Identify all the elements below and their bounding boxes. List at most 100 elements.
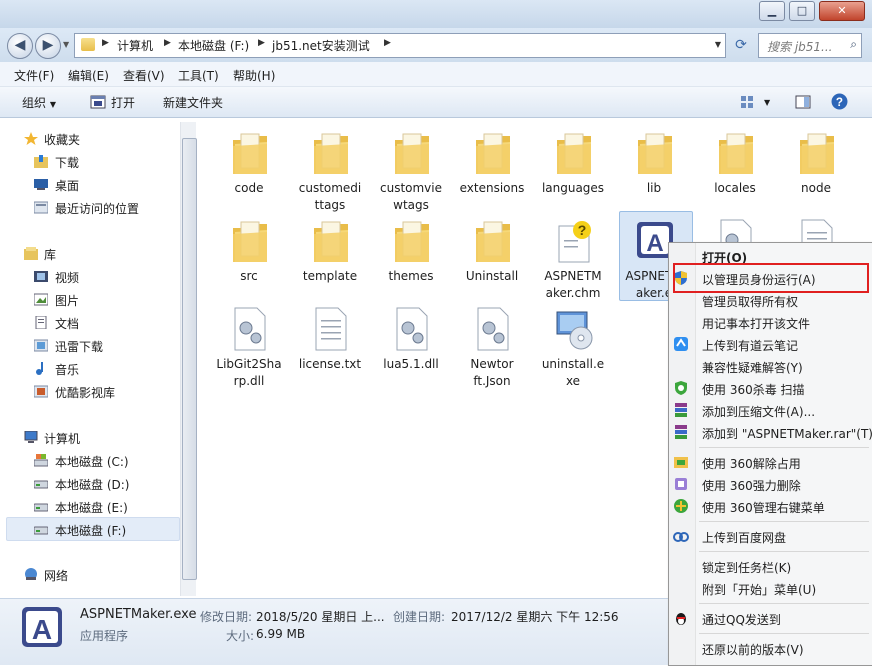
drive-icon <box>34 503 48 512</box>
detail-filename: ASPNETMaker.exe <box>80 607 197 622</box>
nav-downloads[interactable]: 下载 <box>55 154 79 171</box>
search-input[interactable]: 搜索 jb51... <box>767 38 832 55</box>
address-dropdown-icon[interactable]: ▼ <box>715 40 721 49</box>
file-name-line: customedi <box>298 181 362 195</box>
nav-youku[interactable]: 优酷影视库 <box>55 384 115 401</box>
scrollbar-thumb[interactable] <box>182 138 197 580</box>
menu-add-rar[interactable]: 添加到 "ASPNETMaker.rar"(T) <box>702 425 872 442</box>
file-name-line: xe <box>565 374 581 388</box>
back-button[interactable]: ◀ <box>7 33 33 59</box>
360-menu-manager-icon <box>674 499 688 513</box>
organize-button[interactable]: 组织 ▼ <box>22 94 56 111</box>
history-dropdown-icon[interactable]: ▼ <box>63 40 69 49</box>
file-item[interactable]: license.txt <box>290 300 370 386</box>
menu-edit[interactable]: 编辑(E) <box>68 67 109 84</box>
menu-take-ownership[interactable]: 管理员取得所有权 <box>702 293 798 310</box>
detail-size: 6.99 MB <box>256 627 306 641</box>
folder-icon <box>555 130 593 176</box>
nav-drive-e[interactable]: 本地磁盘 (E:) <box>55 499 128 516</box>
nav-drive-f[interactable]: 本地磁盘 (F:) <box>55 522 126 539</box>
nav-computer[interactable]: 计算机 <box>44 430 80 447</box>
menu-unlock-360[interactable]: 使用 360解除占用 <box>702 455 801 472</box>
file-item[interactable]: locales <box>695 124 775 210</box>
menu-help[interactable]: 帮助(H) <box>233 67 275 84</box>
file-item[interactable]: Uninstall <box>452 212 532 298</box>
minimize-button[interactable]: ▁ <box>759 1 785 21</box>
breadcrumb-computer[interactable]: 计算机 <box>117 37 153 54</box>
file-name-line: Newtor <box>470 357 514 371</box>
forward-button[interactable]: ▶ <box>35 33 61 59</box>
menu-restore-versions[interactable]: 还原以前的版本(V) <box>702 641 804 658</box>
file-name: LibGit2Sha rp.dll <box>209 356 289 390</box>
chevron-right-icon[interactable]: ▶ <box>164 38 171 48</box>
file-item[interactable]: code <box>209 124 289 210</box>
menu-qq-send[interactable]: 通过QQ发送到 <box>702 611 781 628</box>
menu-delete-360[interactable]: 使用 360强力删除 <box>702 477 801 494</box>
menu-compat[interactable]: 兼容性疑难解答(Y) <box>702 359 803 376</box>
menu-scan-360[interactable]: 使用 360杀毒 扫描 <box>702 381 805 398</box>
menu-file[interactable]: 文件(F) <box>14 67 54 84</box>
file-item[interactable]: customvie wtags <box>371 124 451 212</box>
file-item[interactable]: node <box>776 124 856 210</box>
360-unlock-icon <box>674 457 688 468</box>
menu-view[interactable]: 查看(V) <box>123 67 165 84</box>
address-bar[interactable]: ▶ 计算机 ▶ 本地磁盘 (F:) ▶ jb51.net安装测试 ▶ ▼ <box>74 33 726 58</box>
chevron-right-icon[interactable]: ▶ <box>384 38 391 48</box>
refresh-icon[interactable]: ⟳ <box>731 35 751 55</box>
file-name-line: extensions <box>459 181 525 195</box>
file-item[interactable]: customedi ttags <box>290 124 370 212</box>
view-dropdown-icon[interactable]: ▼ <box>764 98 770 107</box>
chevron-right-icon[interactable]: ▶ <box>102 38 109 48</box>
close-button[interactable]: ✕ <box>819 1 865 21</box>
file-item[interactable]: lua5.1.dll <box>371 300 451 386</box>
file-item[interactable]: themes <box>371 212 451 298</box>
menu-open-notepad[interactable]: 用记事本打开该文件 <box>702 315 810 332</box>
file-item[interactable]: LibGit2Sha rp.dll <box>209 300 289 388</box>
preview-pane-icon[interactable] <box>795 94 811 110</box>
view-options-icon[interactable] <box>740 94 756 110</box>
computer-icon <box>24 431 38 443</box>
nav-thunder-downloads[interactable]: 迅雷下载 <box>55 338 103 355</box>
nav-libraries[interactable]: 库 <box>44 246 56 263</box>
search-box[interactable]: 搜索 jb51... ⌕ <box>758 33 862 58</box>
nav-drive-c[interactable]: 本地磁盘 (C:) <box>55 453 129 470</box>
nav-drive-d[interactable]: 本地磁盘 (D:) <box>55 476 129 493</box>
open-app-icon <box>90 95 106 109</box>
menu-pin-start[interactable]: 附到「开始」菜单(U) <box>702 581 816 598</box>
nav-pictures[interactable]: 图片 <box>55 292 79 309</box>
nav-recent[interactable]: 最近访问的位置 <box>55 200 139 217</box>
maximize-button[interactable]: □ <box>789 1 815 21</box>
menu-tools[interactable]: 工具(T) <box>178 67 219 84</box>
file-item[interactable]: languages <box>533 124 613 210</box>
nav-favorites[interactable]: 收藏夹 <box>44 131 80 148</box>
menu-pin-taskbar[interactable]: 锁定到任务栏(K) <box>702 559 791 576</box>
breadcrumb-drive-f[interactable]: 本地磁盘 (F:) <box>178 37 249 54</box>
menu-youdao[interactable]: 上传到有道云笔记 <box>702 337 798 354</box>
nav-scrollbar[interactable] <box>180 122 197 596</box>
file-item[interactable]: ? ASPNETM aker.chm <box>533 212 613 300</box>
folder-icon <box>312 130 350 176</box>
menu-add-archive[interactable]: 添加到压缩文件(A)... <box>702 403 815 420</box>
file-item[interactable]: extensions <box>452 124 532 210</box>
file-item[interactable]: src <box>209 212 289 298</box>
breadcrumb-folder[interactable]: jb51.net安装测试 <box>272 37 370 54</box>
menu-baidu[interactable]: 上传到百度网盘 <box>702 529 786 546</box>
nav-network[interactable]: 网络 <box>44 567 68 584</box>
file-item[interactable]: lib <box>614 124 694 210</box>
nav-music[interactable]: 音乐 <box>55 361 79 378</box>
search-icon[interactable]: ⌕ <box>850 37 857 52</box>
nav-documents[interactable]: 文档 <box>55 315 79 332</box>
file-item[interactable]: uninstall.e xe <box>533 300 613 388</box>
open-button[interactable]: 打开 <box>111 94 135 111</box>
back-arrow-icon: ◀ <box>14 37 26 53</box>
nav-desktop[interactable]: 桌面 <box>55 177 79 194</box>
help-icon[interactable]: ? <box>831 93 848 110</box>
nav-videos[interactable]: 视频 <box>55 269 79 286</box>
app-icon: A <box>22 607 62 647</box>
menu-manage-360[interactable]: 使用 360管理右键菜单 <box>702 499 825 516</box>
detail-created: 2017/12/2 星期六 下午 12:56 <box>451 610 619 624</box>
file-item[interactable]: Newtor ft.Json <box>452 300 532 388</box>
chevron-right-icon[interactable]: ▶ <box>258 38 265 48</box>
file-item[interactable]: template <box>290 212 370 298</box>
new-folder-button[interactable]: 新建文件夹 <box>163 94 223 111</box>
